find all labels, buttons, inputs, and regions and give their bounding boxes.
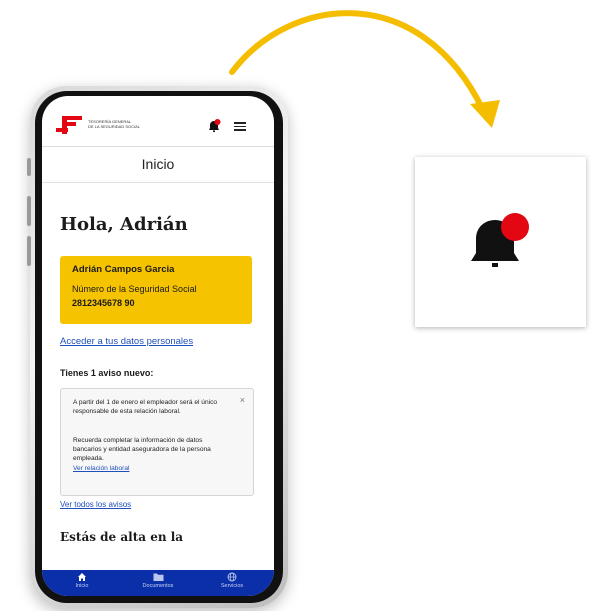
- notice-paragraph-2-text: Recuerda completar la información de dat…: [73, 437, 211, 463]
- notification-bell-icon: [471, 213, 529, 267]
- user-name: Adrián Campos Garcia: [72, 264, 175, 275]
- phone-volume-up: [27, 196, 31, 226]
- work-relation-link[interactable]: Ver relación laboral: [73, 465, 129, 472]
- ss-number-label: Número de la Seguridad Social: [72, 284, 197, 294]
- phone-mockup: TESORERÍA GENERAL DE LA SEGURIDAD SOCIAL…: [27, 86, 288, 608]
- nav-item-documents[interactable]: Documentos: [128, 572, 188, 589]
- logo-line-2: DE LA SEGURIDAD SOCIAL: [88, 124, 141, 129]
- notice-paragraph-2: Recuerda completar la información de dat…: [73, 436, 231, 473]
- home-icon: [78, 573, 86, 581]
- phone-side-button: [27, 158, 31, 176]
- registration-heading: Estás de alta en la: [60, 530, 184, 544]
- folder-icon: [153, 573, 163, 581]
- notice-heading: Tienes 1 aviso nuevo:: [60, 368, 154, 378]
- nav-label-documents: Documentos: [142, 583, 174, 589]
- bottom-nav: Inicio Documentos Servicios: [42, 570, 274, 596]
- close-icon[interactable]: ×: [240, 395, 245, 405]
- personal-data-link[interactable]: Acceder a tus datos personales: [60, 336, 193, 347]
- menu-icon[interactable]: [234, 122, 246, 131]
- nav-item-home[interactable]: Inicio: [52, 572, 112, 589]
- app-header: TESORERÍA GENERAL DE LA SEGURIDAD SOCIAL: [42, 96, 274, 147]
- zoomed-bell-card: [415, 157, 586, 327]
- user-card: Adrián Campos Garcia Número de la Seguri…: [60, 256, 252, 324]
- all-notices-link[interactable]: Ver todos los avisos: [60, 500, 131, 509]
- notification-bell-icon[interactable]: [206, 118, 222, 134]
- ss-number-value: 2812345678 90: [72, 298, 135, 308]
- phone-screen: TESORERÍA GENERAL DE LA SEGURIDAD SOCIAL…: [42, 96, 274, 596]
- notice-box: × A partir del 1 de enero el empleador s…: [60, 388, 254, 496]
- notice-paragraph-1: A partir del 1 de enero el empleador ser…: [73, 399, 218, 416]
- divider: [42, 182, 274, 183]
- greeting-heading: Hola, Adrián: [60, 214, 188, 235]
- tgss-logo: [56, 116, 82, 134]
- globe-icon: [227, 572, 237, 582]
- nav-label-services: Servicios: [220, 583, 244, 589]
- nav-label-home: Inicio: [75, 583, 89, 589]
- logo-text: TESORERÍA GENERAL DE LA SEGURIDAD SOCIAL: [88, 119, 168, 129]
- phone-volume-down: [27, 236, 31, 266]
- page-title: Inicio: [141, 156, 175, 172]
- nav-item-services[interactable]: Servicios: [202, 572, 262, 589]
